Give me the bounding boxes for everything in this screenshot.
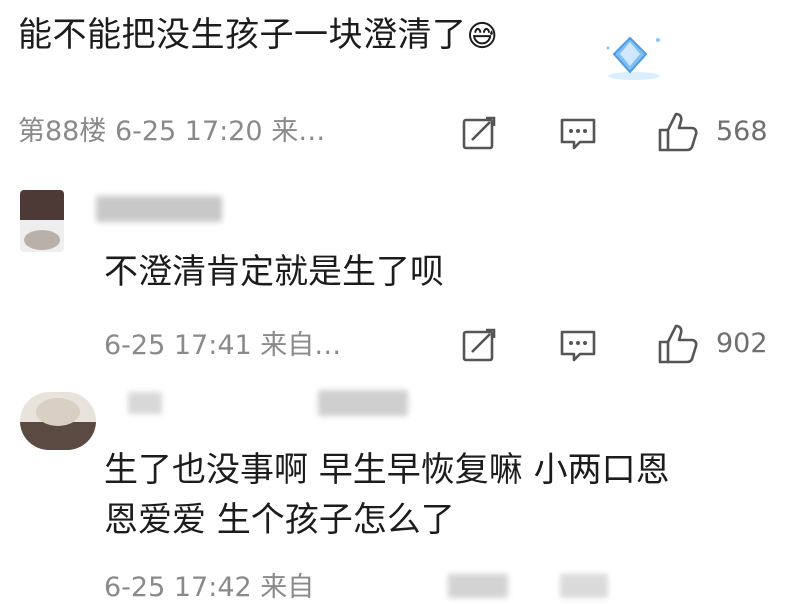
post-text: 能不能把没生孩子一块澄清了😅: [18, 14, 498, 58]
comment-text: 不澄清肯定就是生了呗: [104, 252, 444, 292]
post-text-content: 能不能把没生孩子一块澄清了: [18, 15, 467, 55]
username-redacted[interactable]: [128, 392, 162, 414]
redacted-block: [448, 574, 508, 598]
diamond-badge-icon: [600, 28, 670, 84]
post-meta: 第88楼 6-25 17:20 来…: [18, 116, 326, 147]
thumbs-up-icon: [656, 322, 700, 366]
edit-icon[interactable]: [460, 326, 498, 364]
sweat-smile-emoji-icon: 😅: [466, 19, 499, 54]
avatar[interactable]: [20, 392, 96, 450]
avatar[interactable]: [20, 190, 64, 252]
username-redacted[interactable]: [318, 390, 408, 416]
like-count: 902: [716, 328, 768, 359]
thumbs-up-icon: [656, 110, 700, 154]
like-button[interactable]: 568: [656, 110, 786, 154]
username-redacted[interactable]: [96, 196, 222, 222]
comment-icon[interactable]: [558, 328, 598, 364]
comment-icon[interactable]: [558, 116, 598, 152]
comment-meta: 6-25 17:41 来自…: [104, 330, 342, 361]
redacted-block: [560, 574, 608, 598]
like-button[interactable]: 902: [656, 322, 786, 366]
edit-icon[interactable]: [460, 114, 498, 152]
comment-meta: 6-25 17:42 来自: [104, 572, 315, 603]
comment-text-line-2: 恩爱爱 生个孩子怎么了: [104, 500, 455, 540]
like-count: 568: [716, 116, 768, 147]
comment-text-line-1: 生了也没事啊 早生早恢复嘛 小两口恩: [104, 450, 670, 490]
